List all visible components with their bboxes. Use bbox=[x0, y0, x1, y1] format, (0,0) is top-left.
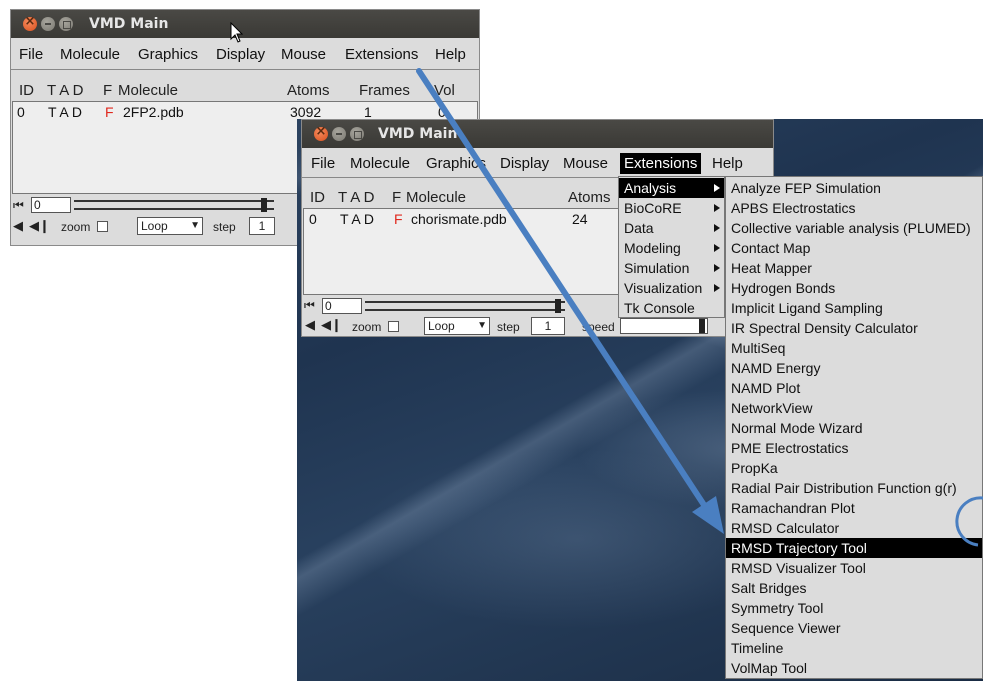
annotation-arrow bbox=[416, 68, 983, 547]
mouse-cursor-icon bbox=[230, 22, 244, 43]
